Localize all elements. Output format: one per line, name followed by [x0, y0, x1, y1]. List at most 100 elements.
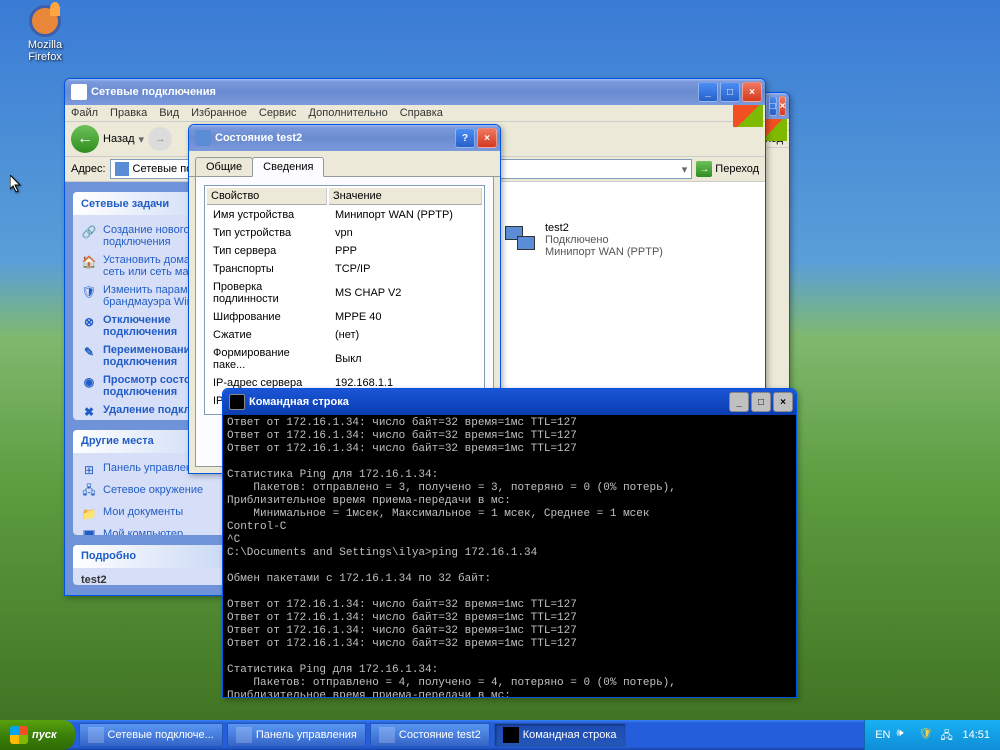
- connection-item-test2[interactable]: test2 Подключено Минипорт WAN (PPTP): [545, 222, 663, 258]
- maximize-button[interactable]: □: [769, 96, 777, 116]
- folder-icon: 📁: [81, 506, 97, 522]
- connection-icon: [379, 727, 395, 743]
- disconnect-icon: ⊗: [81, 314, 97, 330]
- menubar[interactable]: Файл Правка Вид Избранное Сервис Дополни…: [65, 105, 765, 122]
- titlebar[interactable]: Командная строка _ □ ×: [223, 389, 796, 415]
- property-row[interactable]: ТранспортыTCP/IP: [207, 261, 482, 277]
- maximize-button[interactable]: □: [751, 392, 771, 412]
- col-property[interactable]: Свойство: [207, 188, 327, 205]
- menu-tools[interactable]: Сервис: [259, 107, 297, 119]
- tray-network-icon[interactable]: 🖧: [940, 727, 956, 743]
- address-label: Адрес:: [71, 163, 106, 175]
- col-value[interactable]: Значение: [329, 188, 482, 205]
- menu-favorites[interactable]: Избранное: [191, 107, 247, 119]
- prop-name: Имя устройства: [207, 207, 327, 223]
- prop-name: Шифрование: [207, 309, 327, 325]
- close-button[interactable]: ×: [773, 392, 793, 412]
- window-title: Состояние test2: [215, 132, 302, 144]
- language-indicator[interactable]: EN: [875, 729, 890, 741]
- go-button[interactable]: → Переход: [696, 161, 759, 177]
- maximize-button[interactable]: □: [720, 82, 740, 102]
- prop-name: Сжатие: [207, 327, 327, 343]
- minimize-button[interactable]: _: [698, 82, 718, 102]
- go-icon: →: [696, 161, 712, 177]
- close-button[interactable]: ×: [779, 96, 787, 116]
- forward-button[interactable]: →: [148, 127, 172, 151]
- place-computer[interactable]: 🖥Мой компьютер: [81, 525, 239, 535]
- sidebar-details-header[interactable]: Подробно ⦿: [73, 545, 247, 568]
- property-row[interactable]: Тип устройстваvpn: [207, 225, 482, 241]
- titlebar[interactable]: Состояние test2 ? ×: [189, 125, 500, 151]
- taskbar: пуск Сетевые подключе... Панель управлен…: [0, 720, 1000, 750]
- property-row[interactable]: Сжатие(нет): [207, 327, 482, 343]
- minimize-button[interactable]: _: [729, 392, 749, 412]
- start-button[interactable]: пуск: [0, 720, 75, 750]
- go-label: Переход: [715, 163, 759, 175]
- window-cmd[interactable]: Командная строка _ □ × Ответ от 172.16.1…: [222, 388, 797, 698]
- help-button[interactable]: ?: [455, 128, 475, 148]
- taskbar-button-network[interactable]: Сетевые подключе...: [79, 723, 223, 747]
- home-icon: 🏠: [81, 254, 97, 270]
- taskbar-button-control-panel[interactable]: Панель управления: [227, 723, 366, 747]
- menu-edit[interactable]: Правка: [110, 107, 147, 119]
- network-icon: [88, 727, 104, 743]
- menu-help[interactable]: Справка: [400, 107, 443, 119]
- desktop-icon-label: Mozilla Firefox: [10, 39, 80, 63]
- back-button[interactable]: ←: [71, 125, 99, 153]
- network-icon: [71, 84, 87, 100]
- menu-file[interactable]: Файл: [71, 107, 98, 119]
- menu-advanced[interactable]: Дополнительно: [309, 107, 388, 119]
- system-tray[interactable]: EN 🕪 🛡 🖧 14:51: [864, 720, 1000, 750]
- property-list[interactable]: Свойство Значение Имя устройстваМинипорт…: [204, 185, 485, 415]
- prop-value: TCP/IP: [329, 261, 482, 277]
- tray-sound-icon[interactable]: 🕪: [896, 727, 912, 743]
- property-row[interactable]: Проверка подлинностиMS CHAP V2: [207, 279, 482, 307]
- taskbar-button-cmd[interactable]: Командная строка: [494, 723, 626, 747]
- close-button[interactable]: ×: [477, 128, 497, 148]
- property-row[interactable]: ШифрованиеMPPE 40: [207, 309, 482, 325]
- tabs: Общие Сведения: [189, 151, 500, 177]
- menu-view[interactable]: Вид: [159, 107, 179, 119]
- prop-value: Минипорт WAN (PPTP): [329, 207, 482, 223]
- prop-value: PPP: [329, 243, 482, 259]
- network-icon: [115, 162, 129, 176]
- prop-name: Формирование паке...: [207, 345, 327, 373]
- mouse-cursor: [10, 175, 22, 193]
- tab-general[interactable]: Общие: [195, 157, 253, 176]
- prop-name: Тип устройства: [207, 225, 327, 241]
- prop-value: Выкл: [329, 345, 482, 373]
- desktop-icon-firefox[interactable]: Mozilla Firefox: [10, 5, 80, 63]
- connection-icon: [195, 130, 211, 146]
- property-row[interactable]: Имя устройстваМинипорт WAN (PPTP): [207, 207, 482, 223]
- wizard-icon: 🔗: [81, 224, 97, 240]
- tab-details[interactable]: Сведения: [252, 157, 324, 177]
- place-network[interactable]: 🖧Сетевое окружение: [81, 481, 239, 503]
- place-documents[interactable]: 📁Мои документы: [81, 503, 239, 525]
- control-panel-icon: [236, 727, 252, 743]
- terminal-output[interactable]: Ответ от 172.16.1.34: число байт=32 врем…: [223, 415, 796, 697]
- sidebar-details-box: Подробно ⦿ test2: [73, 545, 247, 585]
- clock[interactable]: 14:51: [962, 729, 990, 741]
- close-button[interactable]: ×: [742, 82, 762, 102]
- control-panel-icon: ⊞: [81, 462, 97, 478]
- tray-shield-icon[interactable]: 🛡: [918, 727, 934, 743]
- network-icon: 🖧: [81, 484, 97, 500]
- status-icon: ◉: [81, 374, 97, 390]
- property-row[interactable]: Тип сервераPPP: [207, 243, 482, 259]
- chevron-down-icon[interactable]: ▾: [139, 133, 145, 146]
- connection-name: test2: [545, 222, 663, 234]
- windows-logo-icon: [10, 726, 28, 744]
- titlebar[interactable]: Сетевые подключения _ □ ×: [65, 79, 765, 105]
- prop-name: Проверка подлинности: [207, 279, 327, 307]
- prop-name: Транспорты: [207, 261, 327, 277]
- prop-value: (нет): [329, 327, 482, 343]
- dropdown-icon[interactable]: ▾: [682, 163, 688, 176]
- property-row[interactable]: Формирование паке...Выкл: [207, 345, 482, 373]
- delete-icon: ✖: [81, 404, 97, 420]
- prop-value: vpn: [329, 225, 482, 241]
- xp-flag-icon: [733, 105, 763, 127]
- prop-value: MPPE 40: [329, 309, 482, 325]
- rename-icon: ✎: [81, 344, 97, 360]
- details-name: test2: [81, 574, 239, 585]
- taskbar-button-status[interactable]: Состояние test2: [370, 723, 490, 747]
